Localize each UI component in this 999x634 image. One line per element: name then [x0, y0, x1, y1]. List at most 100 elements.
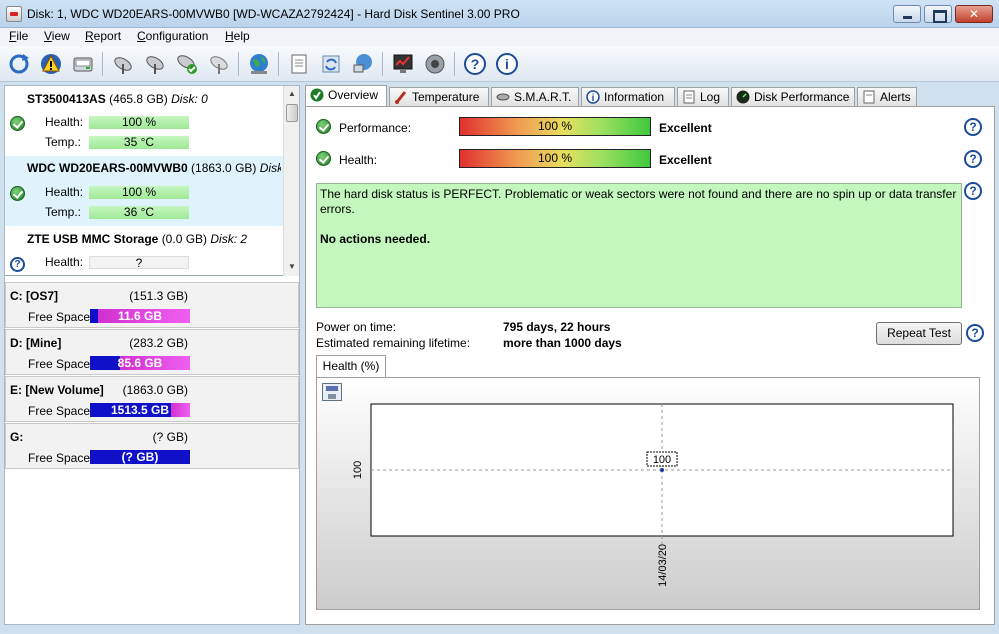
free-space-bar: 1513.5 GB: [90, 403, 190, 417]
report-button[interactable]: [285, 50, 313, 78]
y-tick-label: 100: [352, 461, 364, 479]
satellite-add-button[interactable]: [141, 50, 169, 78]
status-text: The hard disk status is PERFECT. Problem…: [320, 187, 957, 216]
volume-item-e[interactable]: E: [New Volume] (1863.0 GB) Free Space 1…: [5, 376, 299, 422]
gauge-icon: [736, 90, 750, 104]
disk-item-1[interactable]: WDC WD20EARS-00MVWB0 (1863.0 GB) Disk: 1…: [5, 156, 283, 226]
x-tick-label: 14/03/20: [657, 544, 669, 587]
health-label: Health:: [45, 115, 84, 129]
free-space-bar: (? GB): [90, 450, 190, 464]
tab-smart[interactable]: S.M.A.R.T.: [491, 87, 579, 107]
volume-item-d[interactable]: D: [Mine] (283.2 GB) Free Space 85.6 GB: [5, 329, 299, 375]
free-space-label: Free Space: [28, 310, 91, 324]
data-label: 100: [653, 454, 671, 466]
minimize-icon: [894, 6, 920, 22]
tab-log[interactable]: Log: [677, 87, 729, 107]
status-unknown-icon: ?: [10, 257, 25, 272]
status-ok-icon: [10, 116, 25, 131]
satellite-remove-icon: [210, 56, 228, 74]
repeat-help-icon[interactable]: ?: [966, 324, 984, 342]
sound-button[interactable]: [421, 50, 449, 78]
performance-help-icon[interactable]: ?: [964, 118, 982, 136]
toolbar: ? i: [0, 46, 999, 82]
tab-overview[interactable]: Overview: [305, 85, 387, 107]
info-button[interactable]: i: [493, 50, 521, 78]
smart-icon: [496, 90, 510, 104]
web-button[interactable]: [245, 50, 273, 78]
disk-item-2[interactable]: ZTE USB MMC Storage (0.0 GB) Disk: 2 ? H…: [5, 226, 283, 276]
svg-text:i: i: [505, 56, 509, 72]
performance-label: Performance:: [339, 121, 412, 135]
health-chart-svg: 14/03/20 100 100: [352, 403, 954, 587]
volume-item-c[interactable]: C: [OS7] (151.3 GB) Free Space 11.6 GB: [5, 282, 299, 328]
report-icon: [291, 54, 307, 74]
health-bar: ?: [89, 256, 189, 270]
satellite-remove-button[interactable]: [205, 50, 233, 78]
tab-health-chart[interactable]: Health (%): [316, 355, 386, 377]
menu-file[interactable]: File: [9, 29, 28, 43]
health-chart: 14/03/20 100 100: [316, 377, 980, 610]
maximize-button[interactable]: [924, 5, 952, 23]
app-icon[interactable]: [6, 6, 22, 22]
thermometer-icon: [394, 90, 408, 104]
volume-size: (151.3 GB): [129, 289, 188, 303]
temp-label: Temp.:: [45, 205, 82, 219]
data-point: [660, 468, 664, 472]
satellite-button[interactable]: [109, 50, 137, 78]
health-help-icon[interactable]: ?: [964, 150, 982, 168]
volume-size: (283.2 GB): [129, 336, 188, 350]
network-button[interactable]: [349, 50, 377, 78]
disk-list-scrollbar[interactable]: ▲ ▼: [283, 86, 299, 276]
monitor-button[interactable]: [389, 50, 417, 78]
temp-bar: 35 °C: [89, 136, 189, 149]
free-space-bar: 11.6 GB: [90, 309, 190, 323]
menu-report[interactable]: Report: [85, 29, 121, 43]
tab-alerts[interactable]: Alerts: [857, 87, 917, 107]
health-ok-icon: [316, 151, 331, 166]
close-button[interactable]: ✕: [955, 5, 993, 23]
volume-item-g[interactable]: G: (? GB) Free Space (? GB): [5, 423, 299, 469]
status-description: The hard disk status is PERFECT. Problem…: [316, 183, 962, 308]
menu-view[interactable]: View: [44, 29, 70, 43]
repeat-test-button[interactable]: Repeat Test: [876, 322, 962, 345]
monitor-icon: [393, 54, 413, 73]
menu-help[interactable]: Help: [225, 29, 250, 43]
tab-information[interactable]: i Information: [581, 87, 675, 107]
minimize-button[interactable]: [893, 5, 921, 23]
health-label: Health:: [45, 185, 84, 199]
disk-item-0[interactable]: ST3500413AS (465.8 GB) Disk: 0 Health: 1…: [5, 86, 283, 156]
disk-title: WDC WD20EARS-00MVWB0 (1863.0 GB) Disk: 1: [27, 161, 281, 175]
tab-temperature[interactable]: Temperature: [389, 87, 489, 107]
alerts-icon: [862, 90, 876, 104]
overview-panel: Performance: 100 % Excellent ? Health: 1…: [305, 106, 995, 625]
network-icon: [353, 54, 372, 73]
scroll-up-icon[interactable]: ▲: [287, 89, 297, 98]
menu-configuration[interactable]: Configuration: [137, 29, 208, 43]
action-text: No actions needed.: [320, 232, 431, 246]
refresh-icon: [9, 54, 29, 74]
status-help-icon[interactable]: ?: [964, 182, 982, 200]
scroll-thumb[interactable]: [286, 104, 298, 122]
close-icon: ✕: [968, 7, 980, 21]
satellite-check-button[interactable]: [173, 50, 201, 78]
left-panel: ST3500413AS (465.8 GB) Disk: 0 Health: 1…: [4, 85, 300, 625]
disk-button[interactable]: [69, 50, 97, 78]
help-button[interactable]: ?: [461, 50, 489, 78]
speaker-icon: [425, 54, 445, 74]
disk-title: ST3500413AS (465.8 GB) Disk: 0: [27, 92, 208, 106]
info-icon: i: [586, 90, 600, 104]
disk-icon: [73, 57, 93, 72]
lifetime-label: Estimated remaining lifetime:: [316, 336, 471, 350]
tab-disk-performance[interactable]: Disk Performance: [731, 87, 855, 107]
maximize-icon: [925, 6, 951, 23]
free-space-label: Free Space: [28, 404, 91, 418]
health-bar: 100 %: [459, 149, 651, 168]
health-label: Health:: [339, 153, 378, 167]
scroll-down-icon[interactable]: ▼: [287, 262, 297, 271]
refresh-button[interactable]: [5, 50, 33, 78]
sync-button[interactable]: [317, 50, 345, 78]
temp-label: Temp.:: [45, 135, 82, 149]
title-bar: Disk: 1, WDC WD20EARS-00MVWB0 [WD-WCAZA2…: [0, 0, 999, 28]
alert-button[interactable]: [37, 50, 65, 78]
performance-bar: 100 %: [459, 117, 651, 136]
